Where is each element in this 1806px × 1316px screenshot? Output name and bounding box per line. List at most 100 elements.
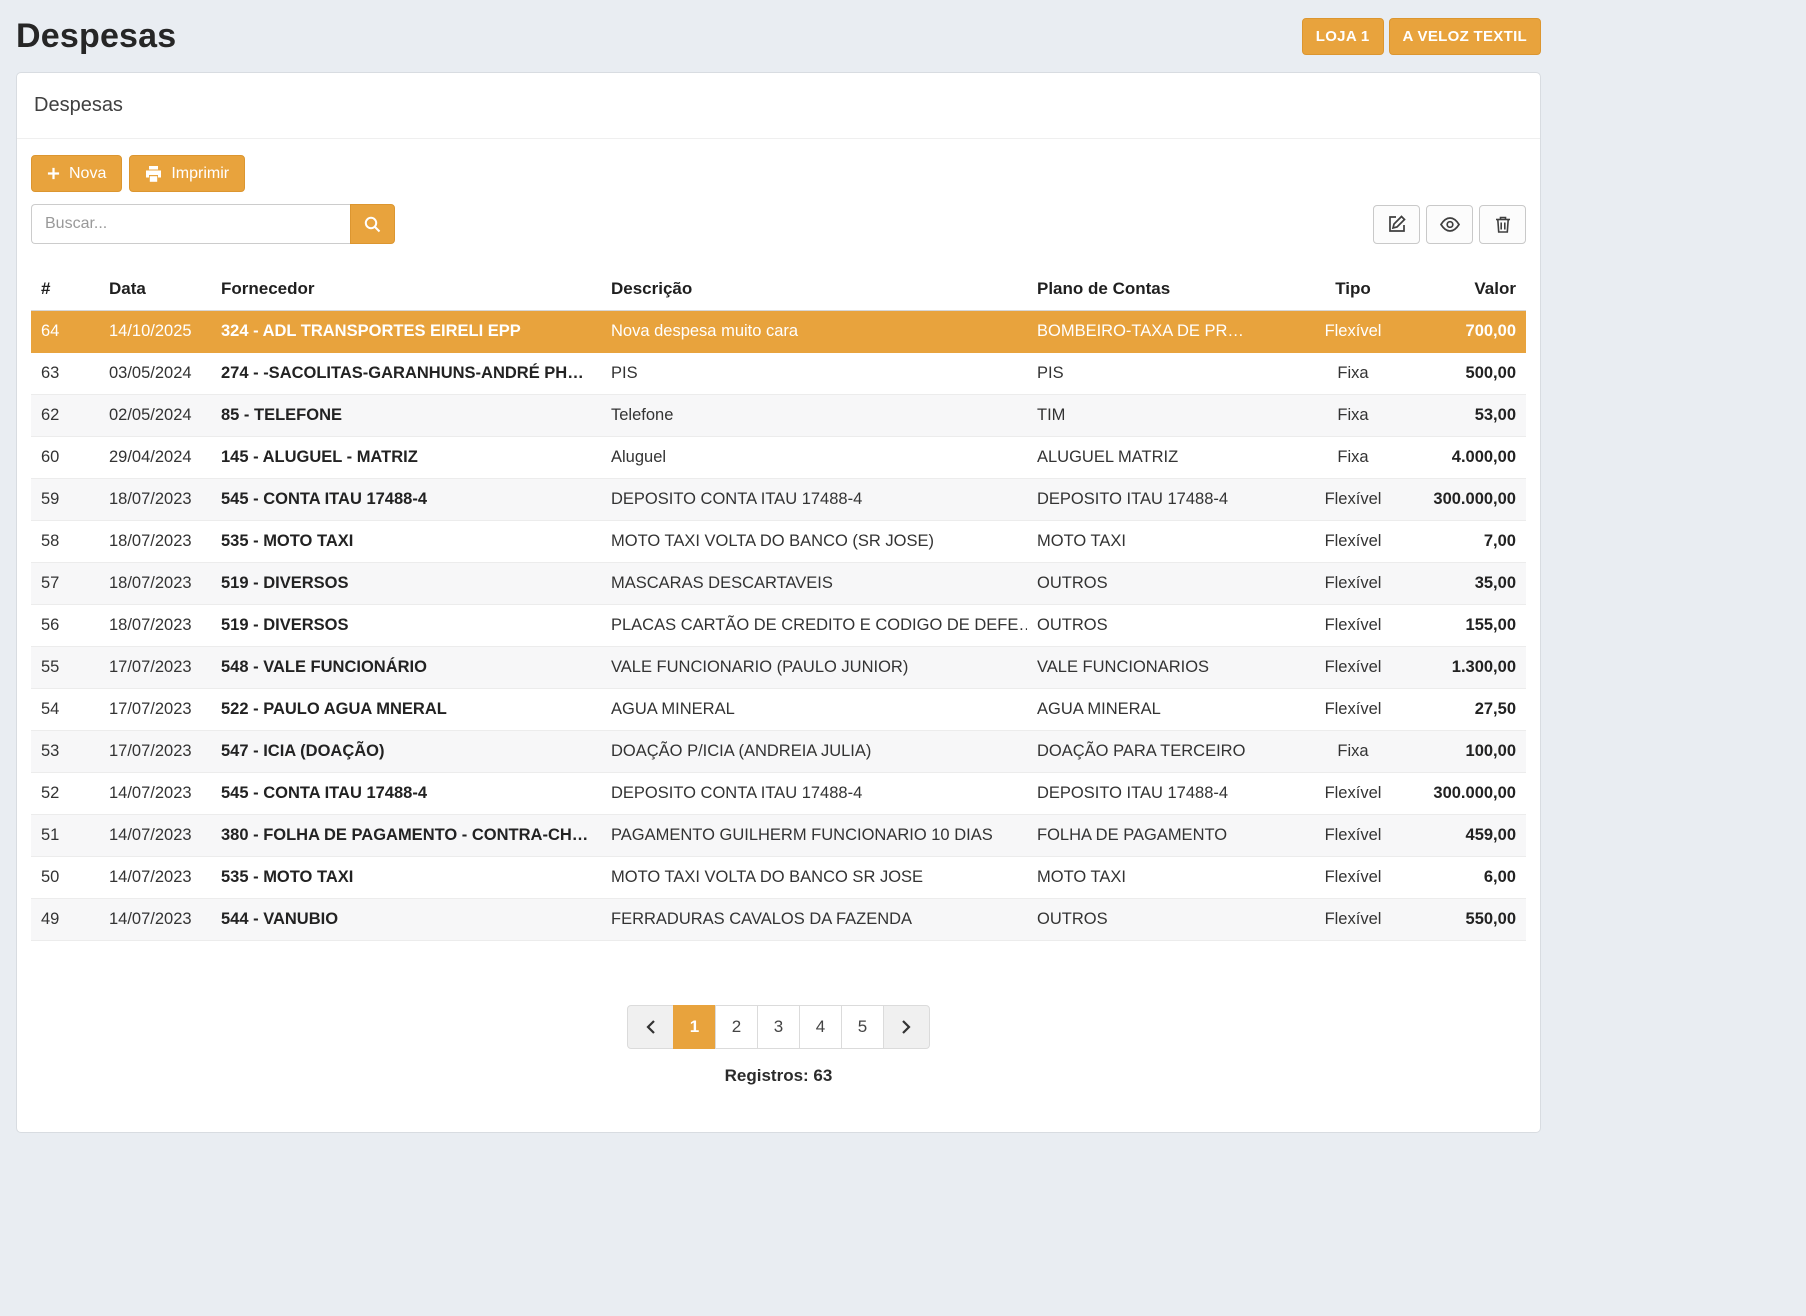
cell-plano: DEPOSITO ITAU 17488-4	[1027, 479, 1299, 521]
pagination-page-4[interactable]: 4	[799, 1005, 842, 1049]
page-title: Despesas	[16, 17, 176, 56]
table-row[interactable]: 4914/07/2023544 - VANUBIOFERRADURAS CAVA…	[31, 899, 1526, 941]
cell-data: 14/07/2023	[99, 899, 211, 941]
table-row[interactable]: 5818/07/2023535 - MOTO TAXIMOTO TAXI VOL…	[31, 521, 1526, 563]
cell-id: 54	[31, 689, 99, 731]
table-row[interactable]: 6202/05/202485 - TELEFONETelefoneTIMFixa…	[31, 395, 1526, 437]
column-header-plano: Plano de Contas	[1027, 268, 1299, 311]
despesas-card: Despesas Nova Imprimir	[16, 72, 1541, 1133]
cell-data: 03/05/2024	[99, 353, 211, 395]
cell-descricao: FERRADURAS CAVALOS DA FAZENDA	[601, 899, 1027, 941]
cell-descricao: MOTO TAXI VOLTA DO BANCO (SR JOSE)	[601, 521, 1027, 563]
pagination-next-button[interactable]	[883, 1005, 930, 1049]
cell-valor: 7,00	[1407, 521, 1526, 563]
cell-data: 18/07/2023	[99, 605, 211, 647]
search-button[interactable]	[350, 204, 395, 244]
header-buttons: LOJA 1 A VELOZ TEXTIL	[1302, 18, 1541, 55]
table-row[interactable]: 5114/07/2023380 - FOLHA DE PAGAMENTO - C…	[31, 815, 1526, 857]
cell-tipo: Fixa	[1299, 395, 1407, 437]
cell-valor: 27,50	[1407, 689, 1526, 731]
cell-data: 14/07/2023	[99, 773, 211, 815]
table-row[interactable]: 5918/07/2023545 - CONTA ITAU 17488-4DEPO…	[31, 479, 1526, 521]
cell-descricao: Nova despesa muito cara	[601, 311, 1027, 353]
view-button[interactable]	[1426, 205, 1473, 244]
cell-tipo: Flexível	[1299, 521, 1407, 563]
table-row[interactable]: 6414/10/2025324 - ADL TRANSPORTES EIRELI…	[31, 311, 1526, 353]
pagination-page-2[interactable]: 2	[715, 1005, 758, 1049]
cell-tipo: Flexível	[1299, 773, 1407, 815]
cell-tipo: Flexível	[1299, 857, 1407, 899]
cell-tipo: Flexível	[1299, 311, 1407, 353]
cell-tipo: Flexível	[1299, 479, 1407, 521]
column-header-descricao: Descrição	[601, 268, 1027, 311]
toolbar: Nova Imprimir	[31, 155, 1526, 192]
cell-valor: 53,00	[1407, 395, 1526, 437]
pagination: 12345	[31, 1005, 1526, 1049]
cell-fornecedor: 519 - DIVERSOS	[211, 563, 601, 605]
cell-valor: 6,00	[1407, 857, 1526, 899]
cell-descricao: Aluguel	[601, 437, 1027, 479]
table-body: 6414/10/2025324 - ADL TRANSPORTES EIRELI…	[31, 311, 1526, 941]
table-row[interactable]: 5517/07/2023548 - VALE FUNCIONÁRIOVALE F…	[31, 647, 1526, 689]
cell-fornecedor: 274 - -SACOLITAS-GARANHUNS-ANDRÉ PH…	[211, 353, 601, 395]
eye-icon	[1440, 217, 1460, 232]
expenses-table: #DataFornecedorDescriçãoPlano de ContasT…	[31, 268, 1526, 941]
edit-button[interactable]	[1373, 205, 1420, 244]
cell-descricao: AGUA MINERAL	[601, 689, 1027, 731]
cell-tipo: Flexível	[1299, 689, 1407, 731]
cell-fornecedor: 545 - CONTA ITAU 17488-4	[211, 479, 601, 521]
pagination-page-5[interactable]: 5	[841, 1005, 884, 1049]
store-button-a-veloz-textil[interactable]: A VELOZ TEXTIL	[1389, 18, 1541, 55]
pagination-page-3[interactable]: 3	[757, 1005, 800, 1049]
column-header-fornecedor: Fornecedor	[211, 268, 601, 311]
table-row[interactable]: 5014/07/2023535 - MOTO TAXIMOTO TAXI VOL…	[31, 857, 1526, 899]
table-row[interactable]: 6029/04/2024145 - ALUGUEL - MATRIZAlugue…	[31, 437, 1526, 479]
search-icon	[364, 216, 381, 233]
cell-id: 49	[31, 899, 99, 941]
search-input[interactable]	[31, 204, 350, 244]
cell-data: 18/07/2023	[99, 479, 211, 521]
card-body: Nova Imprimir	[17, 139, 1540, 1132]
cell-descricao: PIS	[601, 353, 1027, 395]
cell-fornecedor: 535 - MOTO TAXI	[211, 857, 601, 899]
delete-button[interactable]	[1479, 205, 1526, 244]
pagination-prev-button[interactable]	[627, 1005, 674, 1049]
table-row[interactable]: 5718/07/2023519 - DIVERSOSMASCARAS DESCA…	[31, 563, 1526, 605]
cell-plano: AGUA MINERAL	[1027, 689, 1299, 731]
table-row[interactable]: 6303/05/2024274 - -SACOLITAS-GARANHUNS-A…	[31, 353, 1526, 395]
table-row[interactable]: 5618/07/2023519 - DIVERSOSPLACAS CARTÃO …	[31, 605, 1526, 647]
printer-icon	[145, 166, 162, 182]
cell-tipo: Flexível	[1299, 899, 1407, 941]
pagination-page-1[interactable]: 1	[673, 1005, 716, 1049]
cell-descricao: PAGAMENTO GUILHERM FUNCIONARIO 10 DIAS	[601, 815, 1027, 857]
cell-plano: TIM	[1027, 395, 1299, 437]
cell-id: 53	[31, 731, 99, 773]
imprimir-button[interactable]: Imprimir	[129, 155, 245, 192]
cell-tipo: Flexível	[1299, 563, 1407, 605]
cell-fornecedor: 545 - CONTA ITAU 17488-4	[211, 773, 601, 815]
cell-tipo: Fixa	[1299, 437, 1407, 479]
cell-plano: PIS	[1027, 353, 1299, 395]
trash-icon	[1495, 216, 1511, 233]
cell-fornecedor: 548 - VALE FUNCIONÁRIO	[211, 647, 601, 689]
cell-valor: 35,00	[1407, 563, 1526, 605]
cell-id: 60	[31, 437, 99, 479]
cell-descricao: DEPOSITO CONTA ITAU 17488-4	[601, 479, 1027, 521]
cell-fornecedor: 380 - FOLHA DE PAGAMENTO - CONTRA-CH…	[211, 815, 601, 857]
cell-descricao: MOTO TAXI VOLTA DO BANCO SR JOSE	[601, 857, 1027, 899]
table-row[interactable]: 5417/07/2023522 - PAULO AGUA MNERALAGUA …	[31, 689, 1526, 731]
cell-valor: 155,00	[1407, 605, 1526, 647]
cell-valor: 100,00	[1407, 731, 1526, 773]
cell-valor: 500,00	[1407, 353, 1526, 395]
cell-fornecedor: 547 - ICIA (DOAÇÃO)	[211, 731, 601, 773]
table-row[interactable]: 5214/07/2023545 - CONTA ITAU 17488-4DEPO…	[31, 773, 1526, 815]
cell-data: 18/07/2023	[99, 563, 211, 605]
cell-valor: 459,00	[1407, 815, 1526, 857]
table-row[interactable]: 5317/07/2023547 - ICIA (DOAÇÃO)DOAÇÃO P/…	[31, 731, 1526, 773]
nova-button[interactable]: Nova	[31, 155, 122, 192]
cell-fornecedor: 522 - PAULO AGUA MNERAL	[211, 689, 601, 731]
store-button-loja-1[interactable]: LOJA 1	[1302, 18, 1384, 55]
cell-id: 50	[31, 857, 99, 899]
cell-plano: DEPOSITO ITAU 17488-4	[1027, 773, 1299, 815]
plus-icon	[47, 167, 60, 180]
